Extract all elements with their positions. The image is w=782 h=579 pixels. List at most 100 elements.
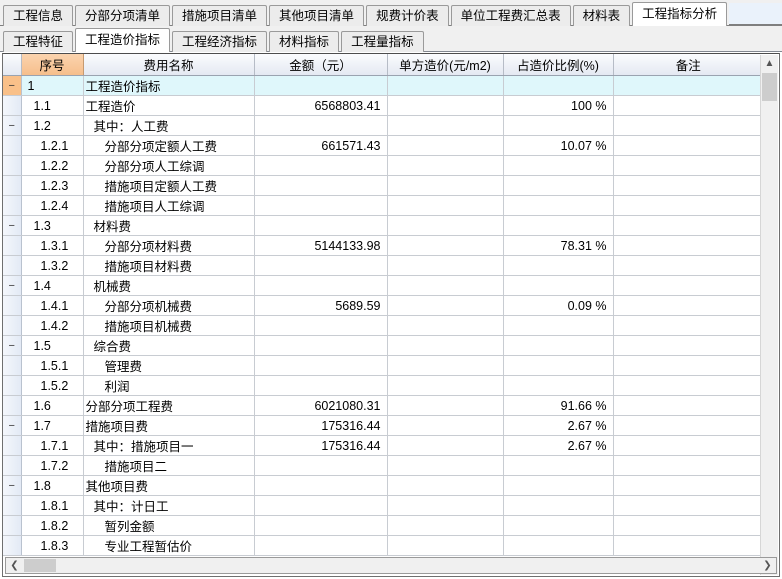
cell-cost-ratio[interactable] <box>503 255 614 276</box>
table-row[interactable]: 1.2.4 措施项目人工综调 <box>3 195 761 216</box>
cell-note[interactable] <box>613 535 761 556</box>
vertical-scrollbar[interactable]: ▲ ▼ <box>760 55 778 575</box>
cell-amount[interactable] <box>254 115 388 136</box>
cell-amount[interactable] <box>254 175 388 196</box>
cell-seq[interactable]: 1.5 <box>21 335 84 356</box>
tab-1[interactable]: 分部分项清单 <box>75 5 171 26</box>
cell-fee-name[interactable]: 分部分项材料费 <box>83 235 255 256</box>
cell-note[interactable] <box>613 155 761 176</box>
cell-seq[interactable]: 1.7 <box>21 415 84 436</box>
cell-cost-ratio[interactable] <box>503 275 614 296</box>
cell-amount[interactable] <box>254 455 388 476</box>
cell-cost-ratio[interactable]: 2.67 % <box>503 435 614 456</box>
cell-fee-name[interactable]: 分部分项工程费 <box>83 395 255 416</box>
subtab-3[interactable]: 材料指标 <box>269 31 340 52</box>
cell-cost-ratio[interactable] <box>503 175 614 196</box>
tab-6[interactable]: 材料表 <box>572 5 631 26</box>
table-row[interactable]: 1.5.2 利润 <box>3 375 761 396</box>
cell-note[interactable] <box>613 515 761 536</box>
cell-note[interactable] <box>613 495 761 516</box>
table-row[interactable]: 1.2.3 措施项目定额人工费 <box>3 175 761 196</box>
subtab-2[interactable]: 工程经济指标 <box>172 31 268 52</box>
table-row[interactable]: 1.8.4总承包服务费 <box>3 555 761 556</box>
cell-seq[interactable]: 1.6 <box>21 395 84 416</box>
cell-note[interactable] <box>613 115 761 136</box>
cell-seq[interactable]: 1.3.2 <box>21 255 84 276</box>
table-row[interactable]: 1.4.1 分部分项机械费 5689.59 0.09 % <box>3 295 761 316</box>
cell-note[interactable] <box>613 415 761 436</box>
cell-seq[interactable]: 1.8.1 <box>21 495 84 516</box>
cell-unit-price[interactable] <box>387 275 504 296</box>
cell-seq[interactable]: 1.2 <box>21 115 84 136</box>
cell-fee-name[interactable]: 总承包服务费 <box>83 555 255 556</box>
column-header-pct[interactable]: 占造价比例(%) <box>503 54 614 76</box>
cell-unit-price[interactable] <box>387 455 504 476</box>
row-collapse-toggle[interactable]: − <box>3 275 22 296</box>
cell-amount[interactable] <box>254 255 388 276</box>
table-row[interactable]: −1.2 其中：人工费 <box>3 115 761 136</box>
cell-unit-price[interactable] <box>387 215 504 236</box>
cell-amount[interactable] <box>254 375 388 396</box>
cell-note[interactable] <box>613 475 761 496</box>
cell-note[interactable] <box>613 235 761 256</box>
cell-note[interactable] <box>613 555 761 556</box>
cell-unit-price[interactable] <box>387 115 504 136</box>
column-header-seq[interactable]: 序号 <box>21 54 84 76</box>
cell-unit-price[interactable] <box>387 495 504 516</box>
scroll-up-button[interactable]: ▲ <box>761 55 778 72</box>
table-row[interactable]: −1.5 综合费 <box>3 335 761 356</box>
row-collapse-toggle[interactable]: − <box>3 475 22 496</box>
cell-note[interactable] <box>613 395 761 416</box>
table-row[interactable]: −1.3 材料费 <box>3 215 761 236</box>
horizontal-scrollbar[interactable]: ❮ ❯ <box>5 557 777 574</box>
cell-fee-name[interactable]: 其中：计日工 <box>83 495 255 516</box>
cell-cost-ratio[interactable] <box>503 555 614 556</box>
cell-note[interactable] <box>613 375 761 396</box>
cell-seq[interactable]: 1.7.1 <box>21 435 84 456</box>
cell-amount[interactable] <box>254 495 388 516</box>
cell-fee-name[interactable]: 措施项目定额人工费 <box>83 175 255 196</box>
cell-note[interactable] <box>613 255 761 276</box>
cell-fee-name[interactable]: 措施项目二 <box>83 455 255 476</box>
row-collapse-toggle[interactable]: − <box>3 115 22 136</box>
horizontal-scroll-thumb[interactable] <box>24 559 56 572</box>
cell-fee-name[interactable]: 措施项目费 <box>83 415 255 436</box>
cell-fee-name[interactable]: 其他项目费 <box>83 475 255 496</box>
subtab-1[interactable]: 工程造价指标 <box>75 28 171 52</box>
cell-amount[interactable] <box>254 475 388 496</box>
table-row[interactable]: 1.3.2 措施项目材料费 <box>3 255 761 276</box>
cell-fee-name[interactable]: 分部分项人工综调 <box>83 155 255 176</box>
cell-amount[interactable]: 6568803.41 <box>254 95 388 116</box>
cell-cost-ratio[interactable] <box>503 515 614 536</box>
cell-fee-name[interactable]: 其中：措施项目一 <box>83 435 255 456</box>
cell-fee-name[interactable]: 利润 <box>83 375 255 396</box>
cell-fee-name[interactable]: 机械费 <box>83 275 255 296</box>
cell-cost-ratio[interactable] <box>503 495 614 516</box>
cell-seq[interactable]: 1.4.1 <box>21 295 84 316</box>
tab-0[interactable]: 工程信息 <box>3 5 74 26</box>
tab-5[interactable]: 单位工程费汇总表 <box>450 5 571 26</box>
cell-cost-ratio[interactable] <box>503 115 614 136</box>
table-row[interactable]: 1.8.1 其中：计日工 <box>3 495 761 516</box>
cell-unit-price[interactable] <box>387 475 504 496</box>
cell-unit-price[interactable] <box>387 355 504 376</box>
cell-amount[interactable] <box>254 75 388 96</box>
cell-cost-ratio[interactable] <box>503 355 614 376</box>
table-row[interactable]: 1.2.1 分部分项定额人工费 661571.43 10.07 % <box>3 135 761 156</box>
cell-seq[interactable]: 1.8.3 <box>21 535 84 556</box>
cell-amount[interactable] <box>254 275 388 296</box>
column-header-note[interactable]: 备注 <box>613 54 761 76</box>
cell-note[interactable] <box>613 135 761 156</box>
vertical-scroll-thumb[interactable] <box>762 73 777 101</box>
cell-seq[interactable]: 1.8.2 <box>21 515 84 536</box>
cell-amount[interactable] <box>254 535 388 556</box>
cell-amount[interactable] <box>254 215 388 236</box>
cell-cost-ratio[interactable] <box>503 215 614 236</box>
table-row[interactable]: −1.8 其他项目费 <box>3 475 761 496</box>
cell-cost-ratio[interactable]: 91.66 % <box>503 395 614 416</box>
row-collapse-toggle[interactable]: − <box>3 415 22 436</box>
cell-amount[interactable] <box>254 315 388 336</box>
cell-note[interactable] <box>613 215 761 236</box>
cell-amount[interactable] <box>254 335 388 356</box>
cell-seq[interactable]: 1 <box>21 75 84 96</box>
